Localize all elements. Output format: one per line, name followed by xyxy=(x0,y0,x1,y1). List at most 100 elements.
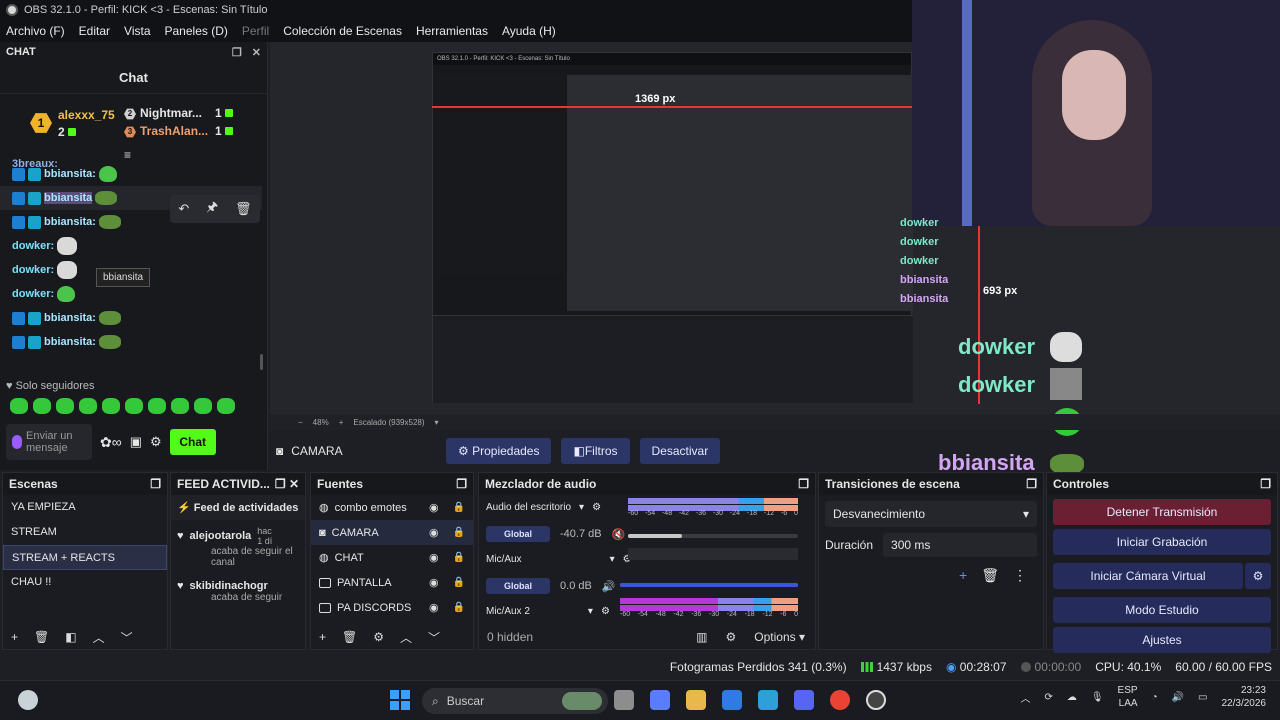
battery-icon[interactable]: ▭ xyxy=(1198,692,1207,703)
chevron-up-icon[interactable]: ︿ xyxy=(1020,690,1030,705)
studio-mode-button[interactable]: Modo Estudio xyxy=(1053,597,1271,623)
deactivate-button[interactable]: Desactivar xyxy=(639,438,721,464)
chat-username[interactable]: dowker: xyxy=(12,264,54,276)
down-icon[interactable]: ﹀ xyxy=(121,629,133,646)
emote-icon[interactable] xyxy=(79,398,97,414)
volume-slider[interactable] xyxy=(620,583,798,587)
zoom-in-button[interactable]: + xyxy=(339,418,344,427)
file-explorer-icon[interactable] xyxy=(686,690,706,710)
source-item[interactable]: PANTALLA ◉ 🔒 xyxy=(311,570,473,595)
emote-icon[interactable] xyxy=(125,398,143,414)
notepad-icon[interactable] xyxy=(722,690,742,710)
trash-icon[interactable]: 🗑 xyxy=(342,630,357,644)
obs-taskbar-icon[interactable] xyxy=(866,690,886,710)
up-icon[interactable]: ︿ xyxy=(400,629,412,646)
scene-item[interactable]: CHAU !! xyxy=(3,570,167,595)
chat-username[interactable]: bbiansita: xyxy=(44,168,96,180)
chevron-down-icon[interactable]: ▾ xyxy=(435,418,439,427)
source-item[interactable]: ◍ CHAT ◉ 🔒 xyxy=(311,545,473,570)
chat-input[interactable]: Enviar un mensaje xyxy=(6,424,92,460)
menu-herramientas[interactable]: Herramientas xyxy=(416,24,488,38)
collapse-leaderboard-icon[interactable]: ≡ xyxy=(124,148,131,162)
gear-icon[interactable]: ⚙ xyxy=(150,434,162,450)
add-icon[interactable]: + xyxy=(319,630,326,644)
emote-icon[interactable] xyxy=(102,398,120,414)
float-icon[interactable]: ❐ xyxy=(150,477,161,491)
chat-username[interactable]: bbiansita xyxy=(44,192,93,204)
windows-start-icon[interactable] xyxy=(390,690,410,710)
lock-icon[interactable]: 🔒 xyxy=(453,577,465,588)
close-icon[interactable]: ✕ xyxy=(252,46,261,59)
float-icon[interactable]: ❐ xyxy=(275,477,286,491)
layout-icon[interactable]: ▥ xyxy=(696,630,707,644)
eye-icon[interactable]: ◉ xyxy=(429,576,439,589)
eye-icon[interactable]: ◉ xyxy=(429,526,439,539)
eye-icon[interactable]: ◉ xyxy=(429,601,439,614)
transition-select[interactable]: Desvanecimiento ▾ xyxy=(825,501,1037,527)
menu-perfil[interactable]: Perfil xyxy=(242,24,269,38)
emote-icon[interactable] xyxy=(56,398,74,414)
float-icon[interactable]: ❐ xyxy=(1026,477,1037,491)
trash-icon[interactable]: 🗑 xyxy=(981,567,999,584)
emote-icon[interactable] xyxy=(217,398,235,414)
weather-icon[interactable] xyxy=(18,690,38,710)
route-button[interactable]: Global xyxy=(486,578,551,594)
menu-vista[interactable]: Vista xyxy=(124,24,150,38)
source-item[interactable]: PA DISCORDS ◉ 🔒 xyxy=(311,595,473,620)
float-icon[interactable]: ❐ xyxy=(456,477,467,491)
source-item-selected[interactable]: ◙ CAMARA ◉ 🔒 xyxy=(311,520,473,545)
emote-icon[interactable] xyxy=(10,398,28,414)
chat-scrollbar[interactable] xyxy=(260,354,263,370)
lock-icon[interactable]: 🔒 xyxy=(453,527,465,538)
filters-button[interactable]: ◧Filtros xyxy=(561,438,630,464)
route-button[interactable]: Global xyxy=(486,526,551,542)
volume-icon[interactable]: 🔊 xyxy=(1172,692,1184,703)
chevron-down-icon[interactable]: ▾ xyxy=(610,554,615,565)
trash-icon[interactable]: 🗑 xyxy=(34,630,49,644)
source-item[interactable]: ◍ combo emotes ◉ 🔒 xyxy=(311,495,473,520)
zoom-out-button[interactable]: − xyxy=(298,418,303,427)
wifi-icon[interactable]: ◔ xyxy=(1152,692,1158,703)
settings-button[interactable]: Ajustes xyxy=(1053,627,1271,653)
emote-icon[interactable] xyxy=(148,398,166,414)
cloud-icon[interactable]: ☁ xyxy=(1067,692,1077,703)
more-icon[interactable]: ⋮ xyxy=(1013,567,1027,584)
trash-icon[interactable]: 🗑 xyxy=(235,201,252,217)
store-icon[interactable]: ▣ xyxy=(130,434,142,450)
scene-item[interactable]: YA EMPIEZA xyxy=(3,495,167,520)
leader-name-1[interactable]: alexxx_75 xyxy=(58,108,115,122)
gear-icon[interactable]: ⚙ xyxy=(1245,563,1271,589)
add-icon[interactable]: + xyxy=(959,567,967,584)
leader-name-2[interactable]: Nightmar... xyxy=(140,106,202,120)
taskbar-search[interactable]: ⌕ Buscar xyxy=(422,688,608,714)
lock-icon[interactable]: 🔒 xyxy=(453,552,465,563)
duration-input[interactable]: 300 ms xyxy=(883,533,1037,557)
link-icon[interactable]: ⚙ xyxy=(592,502,601,513)
sync-icon[interactable]: ⟳ xyxy=(1044,692,1052,703)
emote-icon[interactable] xyxy=(171,398,189,414)
chrome-icon[interactable] xyxy=(830,690,850,710)
discord-icon[interactable] xyxy=(794,690,814,710)
copilot-icon[interactable] xyxy=(650,690,670,710)
options-button[interactable]: Options ▾ xyxy=(754,630,805,644)
chat-username[interactable]: bbiansita: xyxy=(44,312,96,324)
chevron-down-icon[interactable]: ▾ xyxy=(579,502,584,513)
store-icon[interactable] xyxy=(758,690,778,710)
mic-icon[interactable]: 🎙 xyxy=(1091,692,1104,703)
float-icon[interactable]: ❐ xyxy=(1260,477,1271,491)
menu-editar[interactable]: Editar xyxy=(79,24,110,38)
scene-item-selected[interactable]: STREAM + REACTS xyxy=(3,545,167,570)
up-icon[interactable]: ︿ xyxy=(93,629,105,646)
pin-icon[interactable]: 🖈 xyxy=(206,198,218,220)
chat-username[interactable]: bbiansita: xyxy=(44,216,96,228)
chevron-down-icon[interactable]: ▾ xyxy=(588,606,593,617)
leader-name-3[interactable]: TrashAlan... xyxy=(140,124,208,138)
scene-item[interactable]: STREAM xyxy=(3,520,167,545)
properties-button[interactable]: ⚙ Propiedades xyxy=(446,438,552,464)
emote-icon[interactable] xyxy=(194,398,212,414)
eye-icon[interactable]: ◉ xyxy=(429,551,439,564)
link-icon[interactable]: ⚙ xyxy=(601,606,610,617)
menu-archivo[interactable]: Archivo (F) xyxy=(6,24,65,38)
filter-icon[interactable]: ◧ xyxy=(65,630,76,644)
task-view-icon[interactable] xyxy=(614,690,634,710)
